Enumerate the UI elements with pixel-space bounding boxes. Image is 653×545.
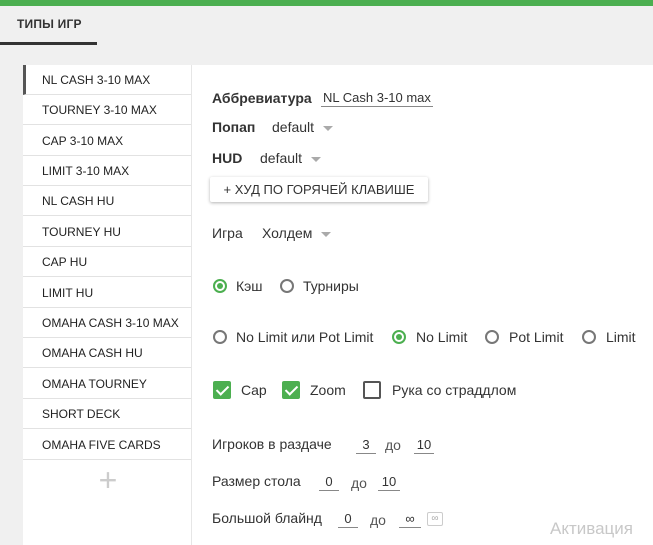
game-select[interactable]: Холдем xyxy=(262,225,332,241)
table-size-label: Размер стола xyxy=(212,473,301,489)
radio-pot-limit-label: Pot Limit xyxy=(509,329,564,345)
add-game-type-icon[interactable]: + xyxy=(96,464,120,496)
header: ТИПЫ ИГР xyxy=(0,6,653,46)
radio-cash-label: Кэш xyxy=(236,278,263,294)
tab-label: ТИПЫ ИГР xyxy=(17,17,82,31)
popup-select[interactable]: default xyxy=(272,119,334,135)
radio-limit-label: Limit xyxy=(606,329,636,345)
sidebar-item-cap-3-10-max[interactable]: CAP 3-10 MAX xyxy=(23,126,191,156)
sidebar-item-tourney-hu[interactable]: TOURNEY HU xyxy=(23,217,191,247)
hud-label: HUD xyxy=(212,150,243,166)
game-types-sidebar: NL CASH 3-10 MAX TOURNEY 3-10 MAX CAP 3-… xyxy=(23,65,191,545)
bb-from-input[interactable]: 0 xyxy=(338,511,358,528)
radio-no-limit[interactable] xyxy=(392,330,406,344)
bb-to-input[interactable]: ∞ xyxy=(399,511,421,528)
sidebar-item-omaha-cash-3-10-max[interactable]: OMAHA CASH 3-10 MAX xyxy=(23,308,191,338)
popup-label: Попап xyxy=(212,119,256,135)
checkbox-straddle-label: Рука со страддлом xyxy=(392,382,517,398)
radio-pot-limit[interactable] xyxy=(485,330,499,344)
checkbox-zoom-label: Zoom xyxy=(310,382,346,398)
game-label: Игра xyxy=(212,225,243,241)
checkbox-zoom[interactable] xyxy=(282,381,300,399)
table-to-word: до xyxy=(351,475,367,491)
chevron-down-icon xyxy=(321,231,332,237)
bb-to-word: до xyxy=(370,512,386,528)
sidebar-item-omaha-cash-hu[interactable]: OMAHA CASH HU xyxy=(23,338,191,368)
sidebar-item-limit-hu[interactable]: LIMIT HU xyxy=(23,278,191,308)
table-from-input[interactable]: 0 xyxy=(319,474,339,491)
radio-nl-or-pl-label: No Limit или Pot Limit xyxy=(236,329,374,345)
sidebar-item-limit-3-10-max[interactable]: LIMIT 3-10 MAX xyxy=(23,156,191,186)
sidebar-item-tourney-3-10-max[interactable]: TOURNEY 3-10 MAX xyxy=(23,95,191,125)
chevron-down-icon xyxy=(323,125,334,131)
checkbox-cap[interactable] xyxy=(213,381,231,399)
sidebar-item-nl-cash-hu[interactable]: NL CASH HU xyxy=(23,186,191,216)
infinity-icon[interactable]: ∞ xyxy=(427,512,443,526)
sidebar-item-nl-cash-3-10-max[interactable]: NL CASH 3-10 MAX xyxy=(23,65,191,95)
game-select-value: Холдем xyxy=(262,225,313,241)
sidebar-item-cap-hu[interactable]: CAP HU xyxy=(23,247,191,277)
radio-nl-or-pl[interactable] xyxy=(213,330,227,344)
hud-select-value: default xyxy=(260,150,303,166)
sidebar-item-omaha-five-cards[interactable]: OMAHA FIVE CARDS xyxy=(23,430,191,460)
activation-watermark: Активация xyxy=(550,519,633,538)
players-label: Игроков в раздаче xyxy=(212,436,332,452)
add-hotkey-hud-button[interactable]: + ХУД ПО ГОРЯЧЕЙ КЛАВИШЕ xyxy=(210,177,428,202)
chevron-down-icon xyxy=(311,156,322,162)
players-from-input[interactable]: 3 xyxy=(356,437,376,454)
sidebar-item-short-deck[interactable]: SHORT DECK xyxy=(23,399,191,429)
radio-no-limit-label: No Limit xyxy=(416,329,468,345)
popup-select-value: default xyxy=(272,119,315,135)
radio-limit[interactable] xyxy=(582,330,596,344)
radio-tournaments[interactable] xyxy=(280,279,294,293)
hud-select[interactable]: default xyxy=(260,150,322,166)
players-to-input[interactable]: 10 xyxy=(414,437,434,454)
sidebar-item-omaha-tourney[interactable]: OMAHA TOURNEY xyxy=(23,369,191,399)
abbreviation-label: Аббревиатура xyxy=(212,90,312,106)
radio-cash[interactable] xyxy=(213,279,227,293)
checkbox-cap-label: Cap xyxy=(241,382,267,398)
game-type-form: Аббревиатура NL Cash 3-10 max Попап defa… xyxy=(192,65,653,545)
players-to-word: до xyxy=(385,437,401,453)
checkbox-straddle[interactable] xyxy=(363,381,381,399)
big-blind-label: Большой блайнд xyxy=(212,510,322,526)
radio-tournaments-label: Турниры xyxy=(303,278,359,294)
table-to-input[interactable]: 10 xyxy=(378,474,400,491)
abbreviation-input[interactable]: NL Cash 3-10 max xyxy=(321,90,433,107)
tab-game-types[interactable]: ТИПЫ ИГР xyxy=(0,6,97,45)
